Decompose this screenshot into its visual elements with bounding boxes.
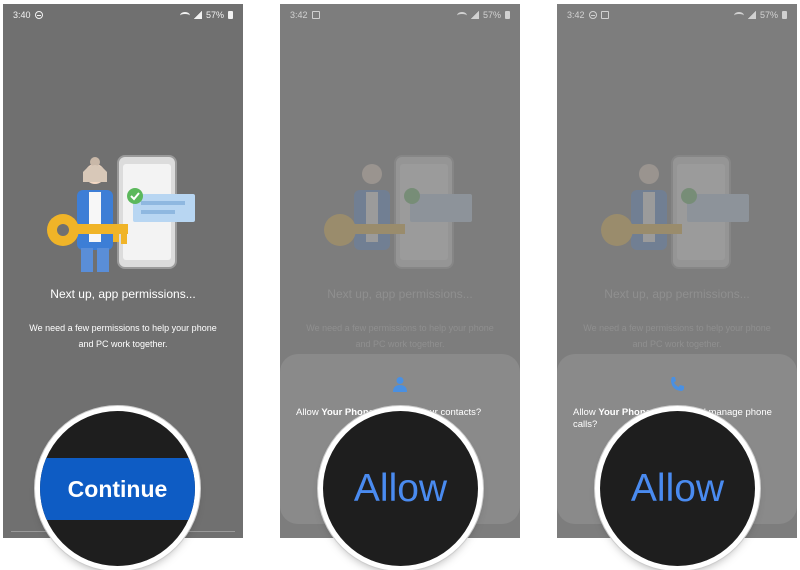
dialog-prefix: Allow xyxy=(296,407,322,418)
description-line-1: We need a few permissions to help your p… xyxy=(29,323,217,333)
battery-icon xyxy=(228,11,233,19)
person-icon xyxy=(393,377,407,392)
zoom-magnifier-allow-calls: Allow xyxy=(600,411,755,566)
do-not-disturb-icon xyxy=(34,11,43,19)
tutorial-composite: 3:40 57% Next up, app permissions... We … xyxy=(0,0,800,570)
allow-button[interactable]: Allow xyxy=(323,411,478,566)
allow-button-label: Allow xyxy=(353,466,448,510)
wifi-icon xyxy=(179,11,190,19)
battery-percent: 57% xyxy=(205,10,224,20)
continue-button-label: Continue xyxy=(67,475,168,502)
page-title: Next up, app permissions... xyxy=(50,287,196,301)
permissions-illustration xyxy=(47,155,195,272)
continue-button[interactable]: Continue xyxy=(40,458,195,520)
description-text: We need a few permissions to help your p… xyxy=(23,320,223,352)
dialog-prefix: Allow xyxy=(573,407,599,418)
phone-icon xyxy=(671,377,684,391)
signal-icon xyxy=(193,11,202,19)
status-bar: 3:40 57% xyxy=(3,4,243,26)
status-time: 3:40 xyxy=(13,10,31,20)
allow-button[interactable]: Allow xyxy=(600,411,755,566)
allow-button-label: Allow xyxy=(630,466,725,510)
description-line-2: and PC work together. xyxy=(78,339,168,349)
zoom-magnifier-allow-contacts: Allow xyxy=(323,411,478,566)
zoom-magnifier-continue: Continue xyxy=(40,411,195,566)
